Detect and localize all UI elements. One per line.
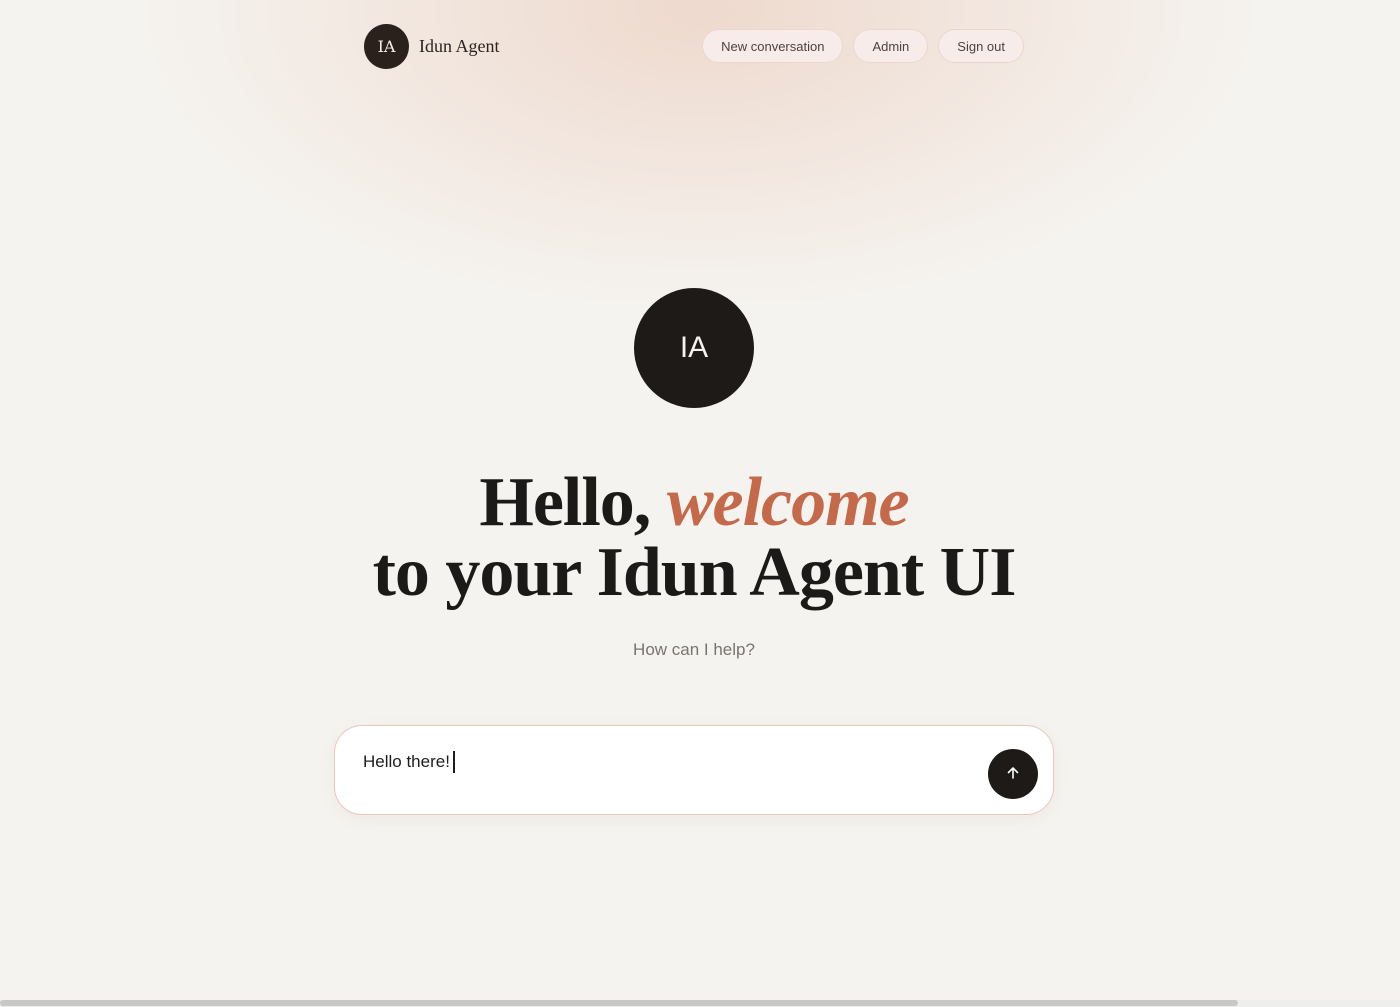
subtitle: How can I help? xyxy=(633,640,755,659)
text-caret xyxy=(453,751,455,773)
welcome-headline: Hello, welcome to your Idun Agent UI xyxy=(300,468,1088,608)
top-bar: IA Idun Agent New conversation Admin Sig… xyxy=(364,23,1024,69)
headline-line2: to your Idun Agent UI xyxy=(372,534,1017,611)
headline-greeting: Hello, xyxy=(479,464,651,541)
headline-accent: welcome xyxy=(666,464,910,541)
admin-button[interactable]: Admin xyxy=(853,29,929,63)
app-name: Idun Agent xyxy=(419,35,500,56)
header-nav: New conversation Admin Sign out xyxy=(702,29,1024,63)
new-conversation-button[interactable]: New conversation xyxy=(702,29,844,63)
scrollbar-thumb[interactable] xyxy=(0,1000,1238,1006)
send-button[interactable] xyxy=(988,749,1038,799)
logo-avatar: IA xyxy=(364,23,409,69)
arrow-up-icon xyxy=(1005,765,1021,784)
message-composer xyxy=(334,725,1054,815)
brand[interactable]: IA Idun Agent xyxy=(364,23,500,69)
horizontal-scrollbar[interactable] xyxy=(0,1000,1400,1007)
agent-avatar: IA xyxy=(634,288,754,408)
sign-out-button[interactable]: Sign out xyxy=(938,29,1024,63)
